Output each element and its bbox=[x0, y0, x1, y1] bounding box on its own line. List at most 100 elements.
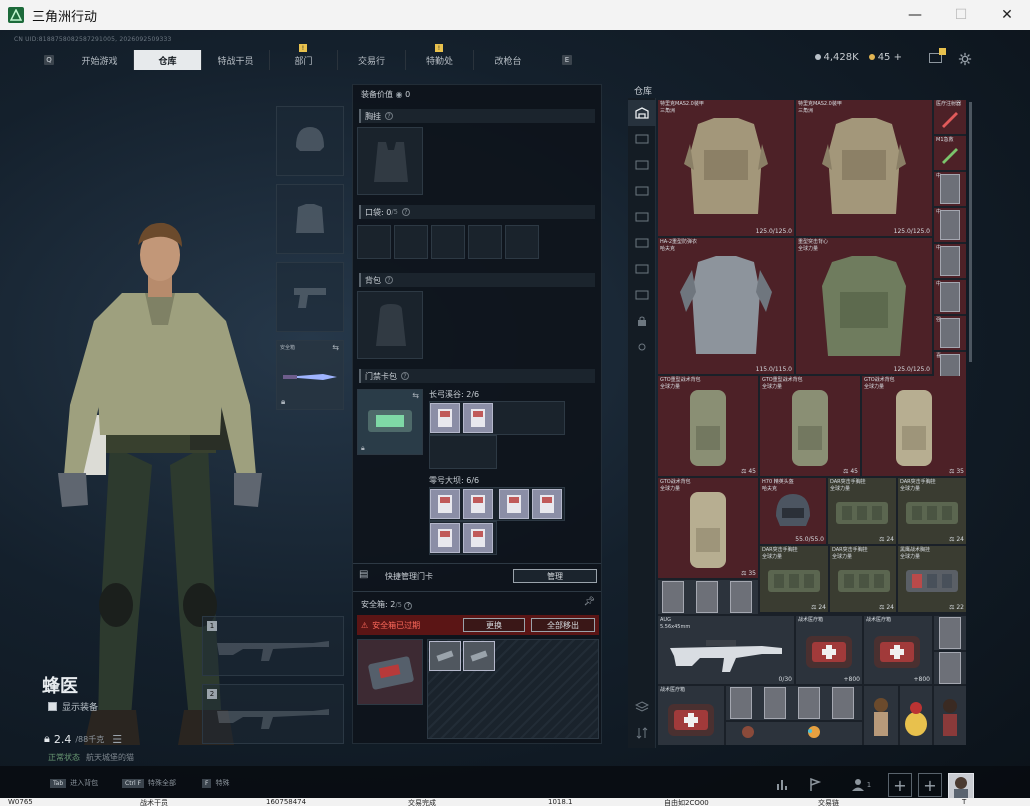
settings-gear-icon[interactable] bbox=[958, 52, 972, 66]
warehouse-item[interactable]: H70 精英头盔 哈夫克 55.0/55.0 bbox=[760, 478, 826, 544]
tab-warehouse[interactable]: 仓库 bbox=[134, 50, 202, 70]
tab-department[interactable]: ! 部门 bbox=[270, 44, 338, 70]
keycard-item[interactable] bbox=[430, 403, 460, 433]
warehouse-tab-7[interactable] bbox=[628, 256, 656, 282]
warehouse-item[interactable]: 战术医疗箱 +800 bbox=[796, 616, 862, 684]
safebox-item[interactable] bbox=[429, 641, 461, 671]
warehouse-small-item[interactable]: 中 bbox=[934, 208, 966, 242]
warehouse-small-item[interactable] bbox=[934, 616, 966, 650]
show-equipment-checkbox[interactable] bbox=[48, 702, 57, 711]
minimize-button[interactable]: — bbox=[892, 0, 938, 30]
close-button[interactable]: ✕ bbox=[984, 0, 1030, 30]
help-icon[interactable]: ? bbox=[401, 372, 409, 380]
warehouse-tab-locked[interactable] bbox=[628, 308, 656, 334]
pocket-slot[interactable] bbox=[357, 225, 391, 259]
safebox-slot[interactable] bbox=[357, 639, 423, 705]
warehouse-item[interactable]: DAR突击手胸挂 全球力量 ⚖ 24 bbox=[830, 546, 896, 612]
keycard-item[interactable] bbox=[499, 489, 529, 519]
currency-coins[interactable]: 4,428K bbox=[814, 52, 859, 63]
warehouse-item[interactable]: DAR突击手胸挂 全球力量 ⚖ 24 bbox=[760, 546, 828, 612]
remove-all-button[interactable]: 全部移出 bbox=[531, 618, 595, 632]
warehouse-item[interactable]: 战术医疗箱 +800 bbox=[864, 616, 932, 684]
sort-icon[interactable] bbox=[628, 720, 656, 746]
warehouse-small-item[interactable]: 中 bbox=[934, 172, 966, 206]
keycard-item[interactable] bbox=[730, 687, 752, 719]
help-icon[interactable]: ? bbox=[401, 208, 410, 216]
warehouse-item[interactable]: GTO重型战术背包 全球力量 ⚖ 45 bbox=[760, 376, 860, 476]
backpack-slot[interactable] bbox=[357, 291, 423, 359]
pocket-slot[interactable] bbox=[505, 225, 539, 259]
keycard-case-slot[interactable]: ⇆ 🔒︎ bbox=[357, 389, 423, 455]
keycard-item[interactable] bbox=[662, 581, 684, 613]
tab-trade[interactable]: 交易行 bbox=[338, 50, 406, 70]
armor-slot[interactable] bbox=[276, 184, 344, 254]
pocket-slot[interactable] bbox=[394, 225, 428, 259]
warehouse-small-item[interactable] bbox=[934, 652, 966, 684]
keycard-item[interactable] bbox=[463, 489, 493, 519]
pocket-slot[interactable] bbox=[431, 225, 465, 259]
swap-icon[interactable]: ⇆ bbox=[412, 391, 419, 400]
pin-icon[interactable]: 📌︎ bbox=[584, 597, 595, 607]
nav-prev-key[interactable]: Q bbox=[44, 55, 54, 65]
warehouse-item[interactable]: GTO战术背包 全球力量 ⚖ 35 bbox=[862, 376, 966, 476]
safebox-item[interactable] bbox=[463, 641, 495, 671]
warehouse-item[interactable]: DAR突击手胸挂 全球力量 ⚖ 24 bbox=[898, 478, 966, 544]
add-squad-button[interactable]: + bbox=[888, 773, 912, 797]
mail-icon[interactable] bbox=[929, 48, 946, 63]
help-icon[interactable]: ? bbox=[404, 601, 413, 610]
show-equipment-toggle[interactable]: 显示装备 bbox=[48, 700, 98, 713]
helmet-slot[interactable] bbox=[276, 106, 344, 176]
flag-icon[interactable] bbox=[804, 774, 826, 796]
help-icon[interactable]: ? bbox=[385, 276, 393, 284]
warehouse-small-item[interactable]: 医疗注射器 bbox=[934, 100, 966, 134]
hint-tab[interactable]: Tab 进入背包 bbox=[50, 778, 98, 788]
warehouse-item[interactable]: 战术医疗箱 bbox=[658, 686, 724, 745]
warehouse-tab-4[interactable] bbox=[628, 178, 656, 204]
nav-next-key[interactable]: E bbox=[562, 55, 572, 65]
keycard-item[interactable] bbox=[764, 687, 786, 719]
keycard-item[interactable] bbox=[798, 687, 820, 719]
keycard-item[interactable] bbox=[696, 581, 718, 613]
warehouse-small-item[interactable]: M1急救 bbox=[934, 136, 966, 170]
keycard-item[interactable] bbox=[832, 687, 854, 719]
warehouse-item[interactable]: HA-2重型防弹衣 哈夫克 115.0/115.0 bbox=[658, 238, 794, 374]
warehouse-item[interactable]: DAR突击手胸挂 全球力量 ⚖ 24 bbox=[828, 478, 896, 544]
hint-f[interactable]: F 特殊 bbox=[202, 778, 229, 788]
warehouse-tab-all[interactable] bbox=[628, 100, 656, 126]
tab-operators[interactable]: 特战干员 bbox=[202, 50, 270, 70]
warehouse-scrollbar[interactable] bbox=[969, 102, 972, 362]
warehouse-small-item[interactable]: 中 bbox=[934, 244, 966, 278]
keycard-item[interactable] bbox=[430, 523, 460, 553]
warehouse-tab-6[interactable] bbox=[628, 230, 656, 256]
warehouse-item[interactable]: 特里克MAS2.0装甲 三角洲 125.0/125.0 bbox=[796, 100, 932, 236]
layers-icon[interactable] bbox=[628, 694, 656, 720]
replace-button[interactable]: 更换 bbox=[463, 618, 525, 632]
warehouse-settings-icon[interactable] bbox=[628, 334, 656, 360]
add-currency-button[interactable]: + bbox=[894, 52, 902, 63]
warehouse-item[interactable]: 黑鹰战术胸挂 全球力量 ⚖ 22 bbox=[898, 546, 966, 612]
warehouse-item[interactable]: GTO重型战术背包 全球力量 ⚖ 45 bbox=[658, 376, 758, 476]
warehouse-tab-2[interactable] bbox=[628, 126, 656, 152]
secondary-weapon-slot[interactable]: 2 bbox=[202, 684, 344, 744]
pistol-slot[interactable] bbox=[276, 262, 344, 332]
figurine-item[interactable] bbox=[900, 686, 932, 745]
manage-button[interactable]: 管理 bbox=[513, 569, 597, 583]
primary-weapon-slot[interactable]: 1 bbox=[202, 616, 344, 676]
pocket-slot[interactable] bbox=[468, 225, 502, 259]
tab-gunsmith[interactable]: 改枪台 bbox=[474, 50, 542, 70]
maximize-button[interactable]: ☐ bbox=[938, 0, 984, 30]
keycard-item[interactable] bbox=[463, 403, 493, 433]
tab-start-game[interactable]: 开始游戏 bbox=[66, 50, 134, 70]
stats-icon[interactable] bbox=[772, 774, 794, 796]
warehouse-item[interactable]: 特里克MAS2.0装甲 三角洲 125.0/125.0 bbox=[658, 100, 794, 236]
tab-special-ops[interactable]: ! 特勤处 bbox=[406, 44, 474, 70]
swap-icon[interactable]: ⇆ bbox=[332, 343, 339, 352]
player-avatar[interactable] bbox=[948, 773, 974, 799]
warehouse-tab-8[interactable] bbox=[628, 282, 656, 308]
hint-ctrlf[interactable]: Ctrl F 特殊全部 bbox=[122, 778, 176, 788]
warehouse-item[interactable]: AUG 5.56x45mm 0/30 bbox=[658, 616, 794, 684]
add-squad-button[interactable]: + bbox=[918, 773, 942, 797]
warehouse-tab-5[interactable] bbox=[628, 204, 656, 230]
currency-tickets[interactable]: 45 + bbox=[868, 52, 902, 63]
warehouse-small-item[interactable]: 中 bbox=[934, 280, 966, 314]
